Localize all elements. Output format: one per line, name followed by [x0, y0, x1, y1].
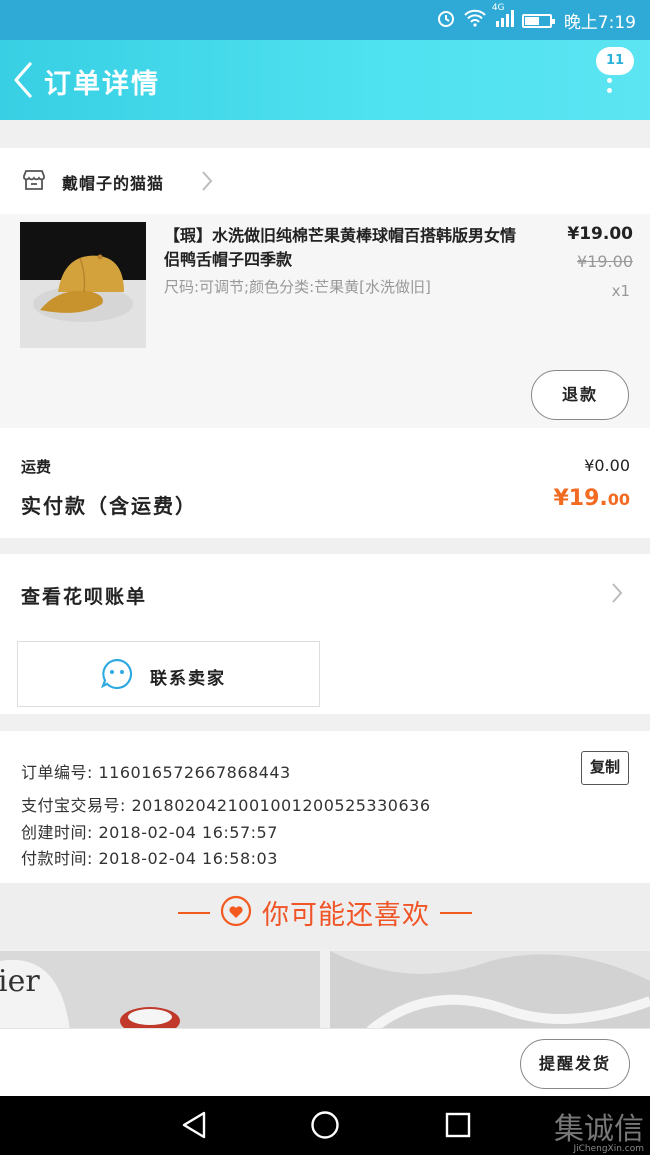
contact-seller-label: 联系卖家	[150, 669, 226, 689]
product-price: ¥19.00	[567, 224, 633, 244]
created-time: 创建时间: 2018-02-04 16:57:57	[21, 823, 278, 842]
nav-recents-icon[interactable]	[444, 1110, 472, 1144]
battery-icon	[521, 13, 555, 28]
watermark-text: 集诚信	[554, 1112, 644, 1147]
wifi-icon	[464, 9, 486, 32]
divider-right	[440, 911, 472, 914]
product-quantity: x1	[611, 282, 630, 300]
network-type-label: 4G	[491, 3, 505, 13]
title-bar: 订单详情 11	[0, 40, 650, 120]
paid-amount: ¥19.00	[553, 486, 630, 511]
product-thumbnail[interactable]	[20, 222, 146, 348]
chat-face-icon	[101, 658, 133, 694]
watermark: 集诚信 JiChengXin.com	[554, 1104, 644, 1154]
divider-left	[178, 911, 210, 914]
heart-icon	[220, 895, 252, 931]
back-button[interactable]	[10, 60, 40, 100]
chevron-right-icon	[200, 170, 214, 196]
recommend-header: 你可能还喜欢	[0, 883, 650, 949]
product-title[interactable]: 【瑕】水洗做旧纯棉芒果黄棒球帽百搭韩版男女情侣鸭舌帽子四季款	[164, 224, 524, 272]
recommend-title: 你可能还喜欢	[262, 900, 430, 931]
alipay-trade-number: 支付宝交易号: 2018020421001001200525330636	[21, 796, 431, 815]
shipping-value: ¥0.00	[584, 456, 630, 475]
more-dot-icon	[607, 88, 612, 93]
recommend-product-image: ier	[0, 951, 320, 1031]
shipping-label: 运费	[21, 458, 52, 476]
product-item[interactable]: 【瑕】水洗做旧纯棉芒果黄棒球帽百搭韩版男女情侣鸭舌帽子四季款 尺码:可调节;颜色…	[0, 214, 650, 428]
message-count-badge[interactable]: 11	[596, 47, 634, 75]
status-icons: 4G 晚上7:19	[436, 3, 636, 33]
paid-label: 实付款（含运费）	[21, 494, 197, 518]
recommend-product-image	[330, 951, 650, 1031]
order-info: 订单编号: 116016572667868443 支付宝交易号: 2018020…	[0, 731, 650, 883]
bottom-action-bar: 提醒发货	[0, 1028, 650, 1096]
refund-button[interactable]: 退款	[531, 370, 629, 420]
copy-button[interactable]: 复制	[581, 751, 629, 785]
order-number: 订单编号: 116016572667868443	[21, 763, 291, 782]
alarm-icon	[436, 8, 456, 33]
paid-time: 付款时间: 2018-02-04 16:58:03	[21, 849, 278, 868]
system-nav-bar: 集诚信 JiChengXin.com	[0, 1096, 650, 1155]
page-title: 订单详情	[44, 69, 160, 100]
remind-shipping-button[interactable]: 提醒发货	[520, 1039, 630, 1089]
store-icon	[22, 169, 46, 195]
nav-home-icon[interactable]	[310, 1110, 340, 1144]
contact-seller-button[interactable]: 联系卖家	[17, 641, 320, 707]
nav-back-icon[interactable]	[180, 1110, 208, 1144]
more-menu-button[interactable]	[607, 78, 613, 98]
paid-amount-main: ¥19.	[553, 486, 608, 511]
chevron-right-icon	[610, 582, 624, 608]
product-spec: 尺码:可调节;颜色分类:芒果黄[水洗做旧]	[164, 278, 431, 296]
shop-name: 戴帽子的猫猫	[62, 174, 165, 193]
more-dot-icon	[607, 78, 612, 83]
huabei-bill-link[interactable]: 查看花呗账单	[21, 582, 147, 609]
recommend-image-text: ier	[0, 964, 40, 999]
status-time: 晚上7:19	[563, 13, 636, 33]
huabei-section: 查看花呗账单 联系卖家	[0, 554, 650, 714]
shop-row[interactable]: 戴帽子的猫猫	[0, 148, 650, 214]
recommend-item[interactable]: ier	[0, 951, 320, 1031]
product-original-price: ¥19.00	[577, 252, 633, 271]
recommend-item[interactable]	[330, 951, 650, 1031]
price-summary: 运费 ¥0.00 实付款（含运费） ¥19.00	[0, 428, 650, 538]
status-bar: 4G 晚上7:19	[0, 0, 650, 40]
cap-image	[20, 222, 146, 348]
chevron-left-icon	[14, 62, 32, 98]
paid-amount-decimal: 00	[607, 490, 630, 509]
cell-signal-icon: 4G	[492, 3, 514, 32]
